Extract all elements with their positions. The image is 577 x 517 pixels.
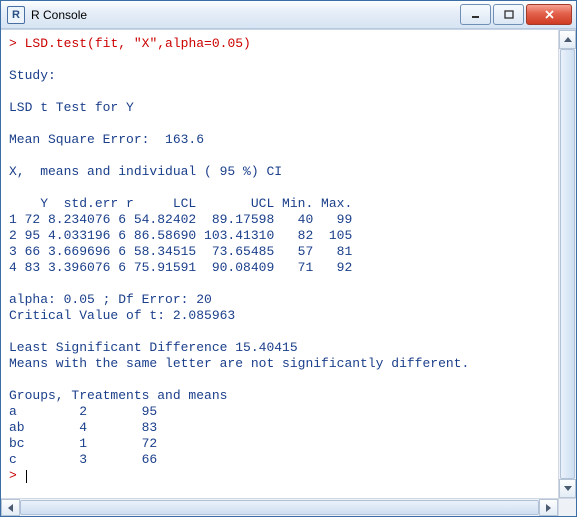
titlebar[interactable]: R R Console (1, 1, 576, 29)
output-line: Critical Value of t: 2.085963 (9, 308, 235, 323)
window-buttons (460, 4, 572, 25)
scroll-left-button[interactable] (1, 499, 20, 516)
table-row: 1 72 8.234076 6 54.82402 89.17598 40 99 (9, 212, 352, 227)
chevron-right-icon (546, 504, 551, 512)
table-row: 2 95 4.033196 6 86.58690 103.41310 82 10… (9, 228, 352, 243)
chevron-left-icon (8, 504, 13, 512)
prompt: > (9, 468, 25, 483)
scroll-down-button[interactable] (559, 479, 576, 498)
close-button[interactable] (526, 4, 572, 25)
scroll-right-button[interactable] (539, 499, 558, 516)
table-row: ab 4 83 (9, 420, 165, 435)
table-row: 4 83 3.396076 6 75.91591 90.08409 71 92 (9, 260, 352, 275)
maximize-button[interactable] (493, 4, 524, 25)
scroll-thumb[interactable] (20, 500, 539, 515)
scroll-track[interactable] (559, 49, 576, 479)
scroll-up-button[interactable] (559, 30, 576, 49)
table-row: 3 66 3.669696 6 58.34515 73.65485 57 81 (9, 244, 352, 259)
console-output[interactable]: > LSD.test(fit, "X",alpha=0.05) Study: L… (1, 30, 558, 498)
text-cursor (26, 470, 27, 483)
chevron-down-icon (564, 486, 572, 491)
horizontal-scrollbar[interactable] (1, 498, 576, 516)
client-area: > LSD.test(fit, "X",alpha=0.05) Study: L… (1, 29, 576, 498)
r-app-icon: R (7, 6, 25, 24)
minimize-button[interactable] (460, 4, 491, 25)
scroll-thumb[interactable] (560, 49, 575, 479)
output-line: Mean Square Error: 163.6 (9, 132, 204, 147)
output-line: Least Significant Difference 15.40415 (9, 340, 298, 355)
minimize-icon (471, 10, 481, 20)
table-row: bc 1 72 (9, 436, 165, 451)
resize-grip[interactable] (558, 499, 576, 516)
table-header: Y std.err r LCL UCL Min. Max. (9, 196, 352, 211)
chevron-up-icon (564, 37, 572, 42)
output-line: LSD t Test for Y (9, 100, 134, 115)
table-row: c 3 66 (9, 452, 165, 467)
command-line: LSD.test(fit, "X",alpha=0.05) (25, 36, 251, 51)
r-console-window: R R Console > LSD.test(fit, "X",alpha=0.… (0, 0, 577, 517)
output-line: X, means and individual ( 95 %) CI (9, 164, 282, 179)
output-line: Means with the same letter are not signi… (9, 356, 469, 371)
close-icon (544, 9, 555, 20)
window-title: R Console (31, 8, 460, 22)
output-line: Groups, Treatments and means (9, 388, 227, 403)
table-row: a 2 95 (9, 404, 165, 419)
output-line: Study: (9, 68, 56, 83)
maximize-icon (504, 10, 514, 20)
output-line: alpha: 0.05 ; Df Error: 20 (9, 292, 212, 307)
scroll-track[interactable] (20, 499, 539, 516)
vertical-scrollbar[interactable] (558, 30, 576, 498)
prompt: > (9, 36, 17, 51)
